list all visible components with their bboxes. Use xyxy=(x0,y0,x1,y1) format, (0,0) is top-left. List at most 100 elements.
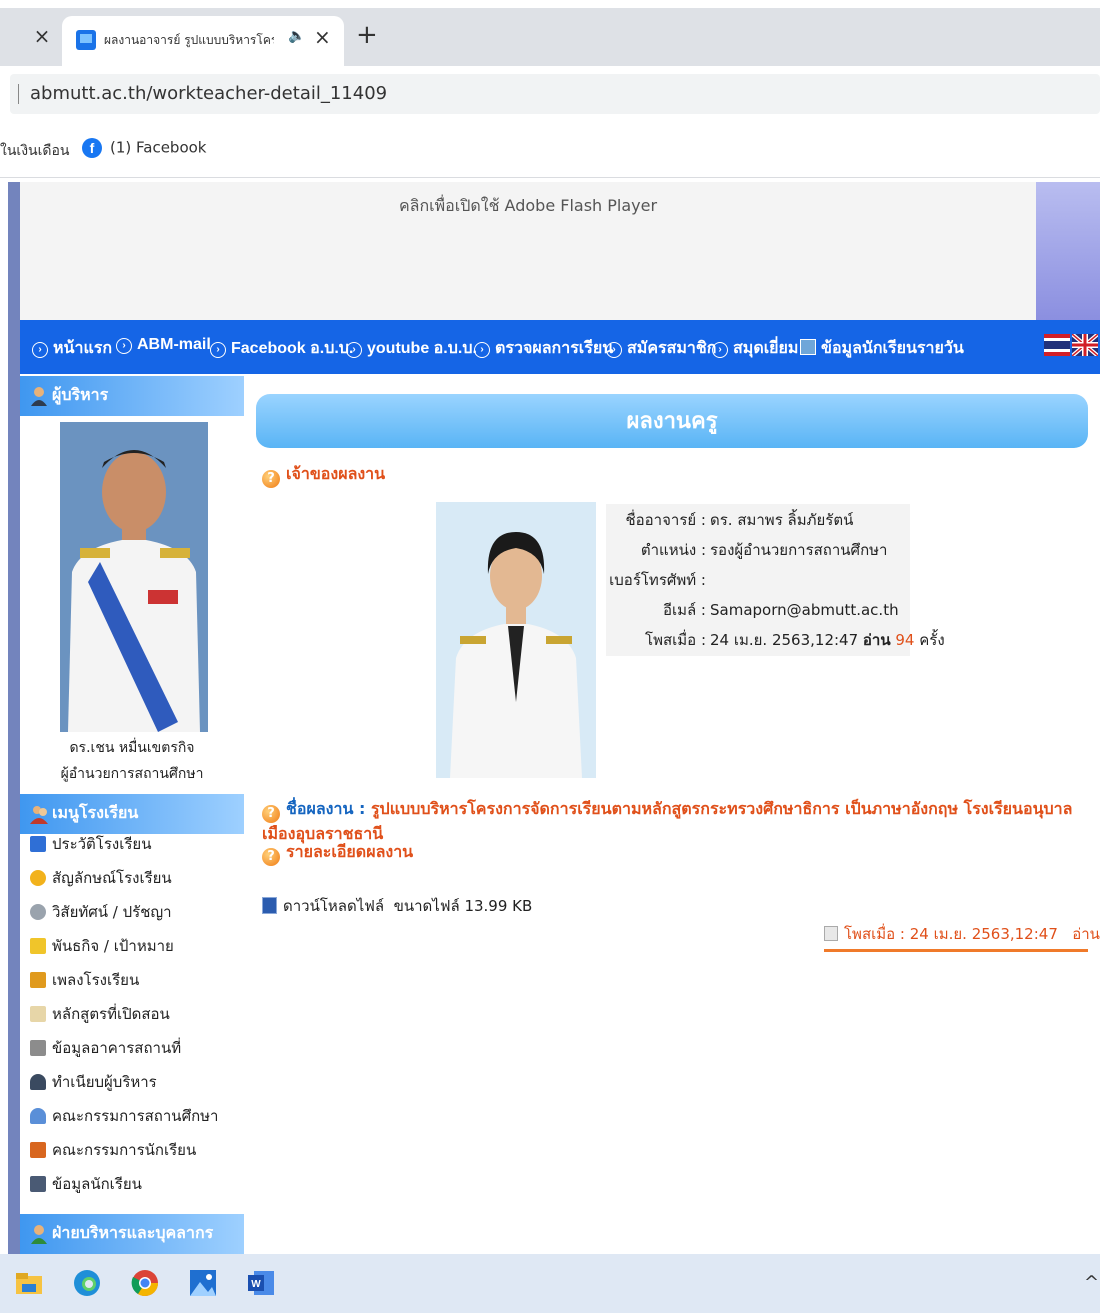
star-icon xyxy=(30,870,46,886)
teacher-position: รองผู้อำนวยการสถานศึกษา xyxy=(710,541,888,559)
menu-student-committee[interactable]: คณะกรรมการนักเรียน xyxy=(30,1136,196,1164)
music-icon xyxy=(30,972,46,988)
posted-date: 24 เม.ย. 2563,12:47 xyxy=(710,631,859,649)
info-name-row: ชื่ออาจารย์ : ดร. สมาพร ลิ้มภัยรัตน์ xyxy=(625,511,854,529)
os-taskbar: W ^ xyxy=(0,1254,1100,1313)
menu-buildings[interactable]: ข้อมูลอาคารสถานที่ xyxy=(30,1034,181,1062)
omnibox[interactable]: abmutt.ac.th/workteacher-detail_11409 xyxy=(10,74,1100,114)
bookmark-salary[interactable]: ในเงินเดือน xyxy=(0,140,69,162)
svg-text:W: W xyxy=(251,1279,261,1290)
gear-icon xyxy=(30,904,46,920)
chrome-browser-icon[interactable] xyxy=(130,1268,160,1298)
question-icon: ? xyxy=(262,848,280,866)
sidebar: ผู้บริหาร ดร.เชน หมื่นเขตรกิจ ผู้อำนวยกา… xyxy=(20,374,244,1254)
graduate-icon xyxy=(30,1176,46,1192)
menu-curriculum[interactable]: หลักสูตรที่เปิดสอน xyxy=(30,1000,170,1028)
chevron-right-icon: › xyxy=(346,342,362,358)
teacher-info: ชื่ออาจารย์ : ดร. สมาพร ลิ้มภัยรัตน์ ตำแห… xyxy=(606,504,945,656)
url-text[interactable]: abmutt.ac.th/workteacher-detail_11409 xyxy=(30,82,387,106)
info-position-row: ตำแหน่ง : รองผู้อำนวยการสถานศึกษา xyxy=(640,541,888,559)
work-detail-heading: ? รายละเอียดผลงาน xyxy=(262,840,413,866)
bookmark-facebook-label: (1) Facebook xyxy=(110,138,207,157)
executive-heading: ผู้บริหาร xyxy=(20,376,244,416)
photos-app-icon[interactable] xyxy=(188,1268,218,1298)
new-tab-button[interactable]: + xyxy=(356,22,378,48)
thai-flag-icon[interactable] xyxy=(1044,334,1070,356)
nav-facebook[interactable]: › Facebook อ.บ.บ. xyxy=(210,336,353,361)
nav-daily-students[interactable]: ข้อมูลนักเรียนรายวัน xyxy=(800,336,964,361)
menu-mission[interactable]: พันธกิจ / เป้าหมาย xyxy=(30,932,174,960)
tab-close-icon[interactable]: × xyxy=(314,25,331,49)
facebook-icon: f xyxy=(82,138,102,158)
menu-school-committee[interactable]: คณะกรรมการสถานศึกษา xyxy=(30,1102,218,1130)
briefcase-icon xyxy=(30,1142,46,1158)
menu-executive-list[interactable]: ทำเนียบผู้บริหาร xyxy=(30,1068,157,1096)
teacher-email: Samaporn@abmutt.ac.th xyxy=(710,601,899,619)
teacher-photo xyxy=(436,502,596,778)
menu-school-symbol[interactable]: สัญลักษณ์โรงเรียน xyxy=(30,864,172,892)
nav-home[interactable]: › หน้าแรก xyxy=(32,336,112,361)
work-title: ? ชื่อผลงาน : รูปแบบบริหารโครงการจัดการเร… xyxy=(262,799,1073,843)
site-navbar: › หน้าแรก › ABM-mail › Facebook อ.บ.บ. › you… xyxy=(20,320,1100,374)
file-size: 13.99 KB xyxy=(464,897,533,915)
previous-tab-close-icon[interactable]: × xyxy=(30,22,54,50)
owner-heading: ? เจ้าของผลงาน xyxy=(262,462,385,488)
menu-school-song[interactable]: เพลงโรงเรียน xyxy=(30,966,139,994)
person-icon xyxy=(31,387,47,406)
executive-photo xyxy=(60,422,208,732)
executive-position: ผู้อำนวยการสถานศึกษา xyxy=(60,766,204,782)
site-favicon-icon xyxy=(76,30,96,50)
uk-flag-icon[interactable] xyxy=(1072,334,1098,356)
info-phone-row: เบอร์โทรศัพท์ : xyxy=(609,571,706,589)
student-icon xyxy=(800,339,816,355)
admin-personnel-heading: ฝ่ายบริหารและบุคลากร xyxy=(20,1214,244,1254)
download-link[interactable]: ดาวน์โหลดไฟล์ xyxy=(283,897,384,915)
flash-placeholder[interactable]: คลิกเพื่อเปิดใช้ Adobe Flash Player xyxy=(20,182,1036,320)
book-icon xyxy=(30,836,46,852)
header-decoration xyxy=(1036,182,1100,320)
post-footer: โพสเมื่อ : 24 เม.ย. 2563,12:47 อ่าน 94 ค… xyxy=(824,914,1100,952)
chevron-right-icon: › xyxy=(116,338,132,354)
main-content: ผลงานครู ? เจ้าของผลงาน ชื่ออาจารย์ : ดร. … xyxy=(256,394,1100,974)
info-posted-row: โพสเมื่อ :24 เม.ย. 2563,12:47 อ่าน 94 คร… xyxy=(645,631,945,649)
info-email-row: อีเมล์ : Samaporn@abmutt.ac.th xyxy=(662,601,899,619)
read-count: 94 xyxy=(895,631,915,649)
teacher-name: ดร. สมาพร ลิ้มภัยรัตน์ xyxy=(710,511,854,529)
executive-name: ดร.เชน หมื่นเขตรกิจ xyxy=(69,740,195,756)
nav-check-grades[interactable]: › ตรวจผลการเรียน xyxy=(474,336,613,361)
question-icon: ? xyxy=(262,470,280,488)
chevron-right-icon: › xyxy=(606,342,622,358)
show-hidden-icons-icon[interactable]: ^ xyxy=(1084,1272,1099,1293)
pencil-icon xyxy=(30,1006,46,1022)
file-explorer-icon[interactable] xyxy=(14,1268,44,1298)
page-title: ผลงานครู xyxy=(256,394,1088,448)
download-row: ดาวน์โหลดไฟล์ ขนาดไฟล์ 13.99 KB xyxy=(262,894,532,918)
address-bar: abmutt.ac.th/workteacher-detail_11409 xyxy=(0,66,1100,122)
person-icon xyxy=(30,1074,46,1090)
audio-playing-icon[interactable]: 🔈 xyxy=(288,28,305,44)
calendar-icon xyxy=(824,926,838,941)
tab-strip: × ผลงานอาจารย์ รูปแบบบริหารโครง 🔈 × + xyxy=(0,8,1100,66)
person-icon xyxy=(31,1225,47,1244)
nav-guestbook[interactable]: › สมุดเยี่ยม xyxy=(712,336,798,361)
bookmark-facebook[interactable]: f (1) Facebook xyxy=(82,138,207,162)
web-page: คลิกเพื่อเปิดใช้ Adobe Flash Player › หน้… xyxy=(8,182,1100,1254)
home-icon xyxy=(30,1040,46,1056)
question-icon: ? xyxy=(262,805,280,823)
nav-youtube[interactable]: › youtube อ.บ.บ. xyxy=(346,336,477,361)
chevron-right-icon: › xyxy=(32,342,48,358)
active-tab[interactable]: ผลงานอาจารย์ รูปแบบบริหารโครง 🔈 × xyxy=(62,16,344,66)
chevron-right-icon: › xyxy=(474,342,490,358)
nav-abm-mail[interactable]: › ABM-mail xyxy=(116,336,211,354)
menu-school-history[interactable]: ประวัติโรงเรียน xyxy=(30,830,151,858)
word-document-icon xyxy=(262,897,277,914)
tab-title: ผลงานอาจารย์ รูปแบบบริหารโครง xyxy=(104,33,274,47)
edge-browser-icon[interactable] xyxy=(72,1268,102,1298)
page-left-border xyxy=(8,182,20,1254)
word-app-icon[interactable]: W xyxy=(246,1268,276,1298)
school-menu-heading: เมนูโรงเรียน xyxy=(20,794,244,834)
menu-student-info[interactable]: ข้อมูลนักเรียน xyxy=(30,1170,142,1198)
nav-register[interactable]: › สมัครสมาชิก xyxy=(606,336,716,361)
menu-vision[interactable]: วิสัยทัศน์ / ปรัชญา xyxy=(30,898,172,926)
bookmarks-bar: ในเงินเดือน f (1) Facebook xyxy=(0,122,1100,178)
